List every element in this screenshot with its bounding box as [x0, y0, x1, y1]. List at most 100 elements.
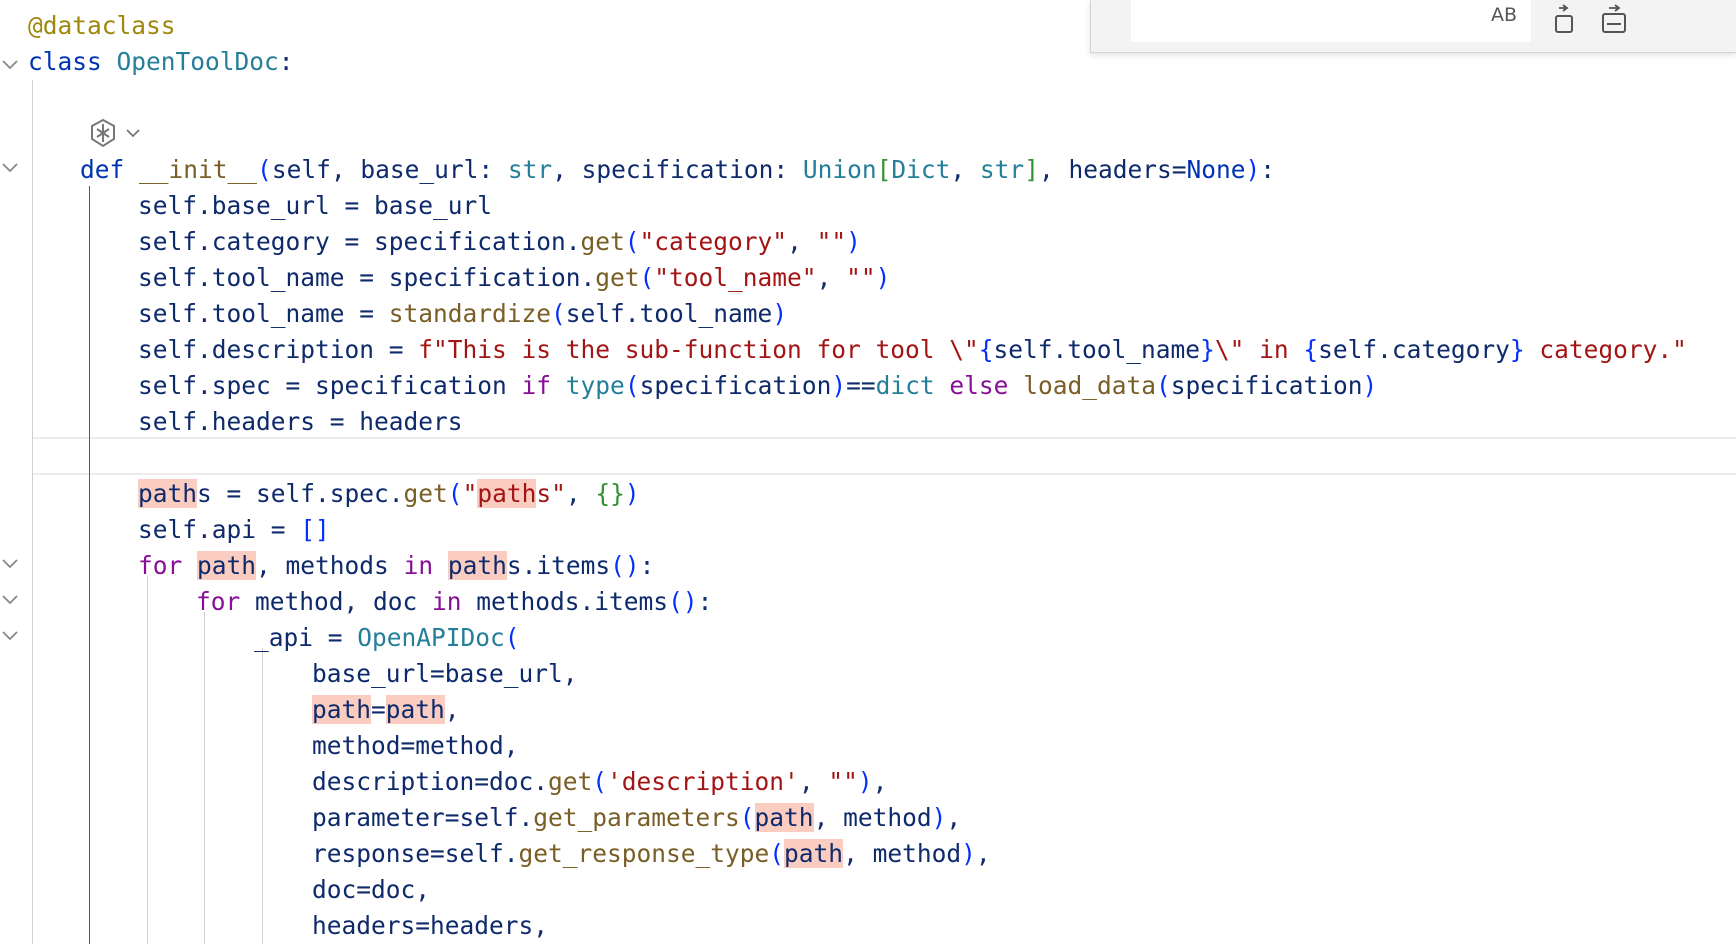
code-line[interactable]: parameter=self.get_parameters(path, meth…	[312, 800, 961, 836]
code-line[interactable]: self.headers = headers	[138, 404, 463, 440]
fold-icon[interactable]	[0, 156, 22, 178]
code-token: @dataclass	[28, 11, 176, 40]
chevron-down-icon[interactable]	[124, 124, 142, 142]
code-token: ()	[610, 551, 640, 580]
code-token: def	[80, 155, 125, 184]
code-line[interactable]: _api = OpenAPIDoc(	[254, 620, 520, 656]
code-token: get	[580, 227, 625, 256]
code-token: in	[403, 551, 434, 580]
replace-one-icon[interactable]	[1547, 2, 1581, 36]
code-token: path	[477, 479, 537, 508]
code-token: "	[462, 479, 478, 508]
code-editor[interactable]: @dataclass class OpenToolDoc: def __init__…	[0, 0, 1736, 944]
code-token: (	[769, 839, 785, 868]
code-token: method=method,	[312, 731, 519, 760]
fold-icon[interactable]	[0, 552, 22, 574]
code-token: specification	[639, 371, 832, 400]
code-line[interactable]: base_url=base_url,	[312, 656, 578, 692]
code-token: (	[639, 263, 655, 292]
code-token: for	[138, 551, 183, 580]
code-token: :	[278, 47, 294, 76]
code-token: load_data	[1023, 371, 1156, 400]
fold-icon[interactable]	[0, 53, 22, 75]
code-line[interactable]: def __init__(self, base_url: str, specif…	[80, 152, 1275, 188]
indent-guide	[32, 80, 33, 944]
code-line[interactable]: self.category = specification.get("categ…	[138, 224, 861, 260]
code-token: self.category = specification.	[138, 227, 581, 256]
code-token: base_url=base_url,	[312, 659, 578, 688]
code-line[interactable]: method=method,	[312, 728, 519, 764]
code-line[interactable]: doc=doc,	[312, 872, 430, 908]
replace-all-icon[interactable]	[1597, 2, 1631, 36]
code-token: }	[1509, 335, 1525, 364]
code-token: self.api =	[138, 515, 301, 544]
code-token: path	[312, 695, 372, 724]
code-token: (	[504, 623, 520, 652]
code-token: ,	[816, 263, 847, 292]
ai-assistant-icon[interactable]	[88, 118, 118, 148]
code-line[interactable]: self.tool_name = specification.get("tool…	[138, 260, 890, 296]
code-token: path	[784, 839, 844, 868]
code-token: (	[257, 155, 272, 184]
code-line[interactable]: @dataclass	[28, 8, 176, 44]
code-token: )	[624, 479, 640, 508]
code-line[interactable]: description=doc.get('description', ""),	[312, 764, 887, 800]
code-line[interactable]: path=path,	[312, 692, 460, 728]
fold-icon[interactable]	[0, 624, 22, 646]
code-token: path	[754, 803, 814, 832]
code-token: :	[639, 551, 655, 580]
fold-icon[interactable]	[0, 588, 22, 610]
code-token: category."	[1524, 335, 1687, 364]
code-token: self.tool_name =	[138, 299, 389, 328]
code-token: path	[447, 551, 507, 580]
code-token: get	[595, 263, 640, 292]
code-line[interactable]: response=self.get_response_type(path, me…	[312, 836, 991, 872]
code-token: (	[551, 299, 566, 328]
code-token: ""	[828, 767, 858, 796]
code-line[interactable]: self.description = f"This is the sub-fun…	[138, 332, 1687, 368]
code-token: :	[1260, 155, 1276, 184]
code-token: ,	[787, 227, 817, 256]
code-token: get	[403, 479, 448, 508]
replace-widget: 替换 AB	[1090, 0, 1736, 53]
code-line[interactable]: paths = self.spec.get("paths", {})	[138, 476, 640, 512]
code-token: )	[875, 263, 891, 292]
code-token: self, base_url:	[271, 155, 508, 184]
code-token: ,	[444, 695, 460, 724]
code-line[interactable]: for method, doc in methods.items():	[196, 584, 712, 620]
code-token: {	[1303, 335, 1319, 364]
code-token: path	[197, 551, 257, 580]
code-token: (	[592, 767, 608, 796]
code-line[interactable]: self.base_url = base_url	[138, 188, 492, 224]
code-token: if	[521, 371, 552, 400]
code-token: (	[447, 479, 463, 508]
code-token: str	[979, 155, 1025, 184]
code-token: ,	[946, 803, 962, 832]
code-token: )	[1245, 155, 1261, 184]
code-line[interactable]: class OpenToolDoc:	[28, 44, 294, 80]
code-token: standardize	[388, 299, 552, 328]
code-token: , headers=	[1038, 155, 1187, 184]
code-line[interactable]: self.api = []	[138, 512, 330, 548]
code-line[interactable]: headers=headers,	[312, 908, 548, 944]
preserve-case-toggle[interactable]: AB	[1491, 4, 1517, 26]
code-line[interactable]: self.tool_name = standardize(self.tool_n…	[138, 296, 787, 332]
code-token: ()	[668, 587, 698, 616]
code-token: self.base_url = base_url	[138, 191, 493, 220]
code-line[interactable]: self.spec = specification if type(specif…	[138, 368, 1377, 404]
code-token: dict	[875, 371, 935, 400]
code-token: path	[138, 479, 198, 508]
replace-input[interactable]	[1131, 0, 1531, 42]
code-token: None	[1186, 155, 1246, 184]
code-token: ""	[816, 227, 847, 256]
code-token: ,	[975, 839, 991, 868]
code-token: ,	[950, 155, 980, 184]
code-token: )	[772, 299, 788, 328]
code-token: for	[196, 587, 241, 616]
code-line[interactable]: for path, methods in paths.items():	[138, 548, 654, 584]
